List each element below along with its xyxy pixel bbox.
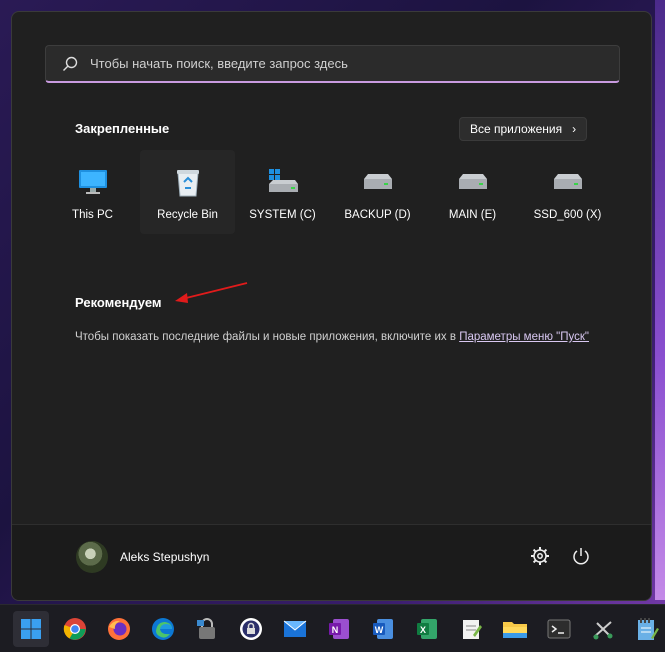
recommended-description: Чтобы показать последние файлы и новые п… bbox=[75, 329, 595, 346]
power-icon[interactable] bbox=[571, 546, 591, 566]
pinned-app-backup-d[interactable]: BACKUP (D) bbox=[330, 150, 425, 234]
drive-icon bbox=[552, 166, 584, 198]
pinned-app-system-c[interactable]: SYSTEM (C) bbox=[235, 150, 330, 234]
annotation-arrow-icon bbox=[175, 282, 248, 303]
recommended-text: Чтобы показать последние файлы и новые п… bbox=[75, 331, 460, 343]
pinned-app-label: SSD_600 (X) bbox=[533, 209, 602, 221]
avatar[interactable] bbox=[76, 541, 108, 573]
start-menu: Закрепленные Все приложения › This PC Re… bbox=[11, 11, 652, 601]
pinned-app-ssd-600-x[interactable]: SSD_600 (X) bbox=[520, 150, 615, 234]
notepad-icon[interactable] bbox=[453, 611, 489, 647]
recycle-bin-icon bbox=[172, 166, 204, 198]
svg-text:N: N bbox=[332, 625, 339, 635]
file-explorer-icon[interactable] bbox=[497, 611, 533, 647]
drive-icon bbox=[457, 166, 489, 198]
pinned-title: Закрепленные bbox=[75, 121, 170, 136]
pinned-app-main-e[interactable]: MAIN (E) bbox=[425, 150, 520, 234]
search-box[interactable] bbox=[45, 45, 620, 83]
word-icon[interactable]: W bbox=[365, 611, 401, 647]
onenote-icon[interactable]: N bbox=[321, 611, 357, 647]
start-settings-link[interactable]: Параметры меню "Пуск" bbox=[459, 331, 589, 343]
search-input[interactable] bbox=[90, 56, 570, 71]
drive-icon bbox=[362, 166, 394, 198]
keepass-icon[interactable] bbox=[233, 611, 269, 647]
taskbar: N W X bbox=[0, 604, 665, 652]
all-apps-label: Все приложения bbox=[470, 122, 563, 136]
chrome-icon[interactable] bbox=[57, 611, 93, 647]
desktop-background bbox=[655, 0, 665, 600]
pinned-app-label: This PC bbox=[72, 209, 113, 221]
pinned-app-recycle-bin[interactable]: Recycle Bin bbox=[140, 150, 235, 234]
mail-icon[interactable] bbox=[277, 611, 313, 647]
notepadpp-icon[interactable] bbox=[629, 611, 665, 647]
svg-text:X: X bbox=[420, 625, 426, 635]
user-name[interactable]: Aleks Stepushyn bbox=[120, 550, 209, 564]
start-icon[interactable] bbox=[13, 610, 49, 647]
settings-gear-icon[interactable] bbox=[530, 546, 550, 566]
edge-icon[interactable] bbox=[145, 611, 181, 647]
firefox-icon[interactable] bbox=[101, 611, 137, 647]
lock-app-icon[interactable] bbox=[189, 611, 225, 647]
pinned-app-this-pc[interactable]: This PC bbox=[45, 150, 140, 234]
pinned-app-label: Recycle Bin bbox=[157, 209, 218, 221]
search-icon bbox=[62, 56, 78, 72]
pinned-app-label: SYSTEM (C) bbox=[249, 209, 316, 221]
windows-drive-icon bbox=[267, 166, 299, 198]
snipping-icon[interactable] bbox=[585, 611, 621, 647]
chevron-right-icon: › bbox=[572, 122, 577, 136]
monitor-icon bbox=[77, 166, 109, 198]
pinned-app-label: MAIN (E) bbox=[448, 209, 497, 221]
svg-text:W: W bbox=[375, 625, 384, 635]
start-footer: Aleks Stepushyn bbox=[12, 524, 651, 600]
pinned-apps-grid: This PC Recycle Bin SYSTEM (C) BACKUP (D… bbox=[45, 150, 615, 234]
terminal-icon[interactable] bbox=[541, 611, 577, 647]
all-apps-button[interactable]: Все приложения › bbox=[459, 117, 588, 141]
excel-icon[interactable]: X bbox=[409, 611, 445, 647]
recommended-title: Рекомендуем bbox=[75, 295, 162, 310]
pinned-app-label: BACKUP (D) bbox=[344, 209, 411, 221]
